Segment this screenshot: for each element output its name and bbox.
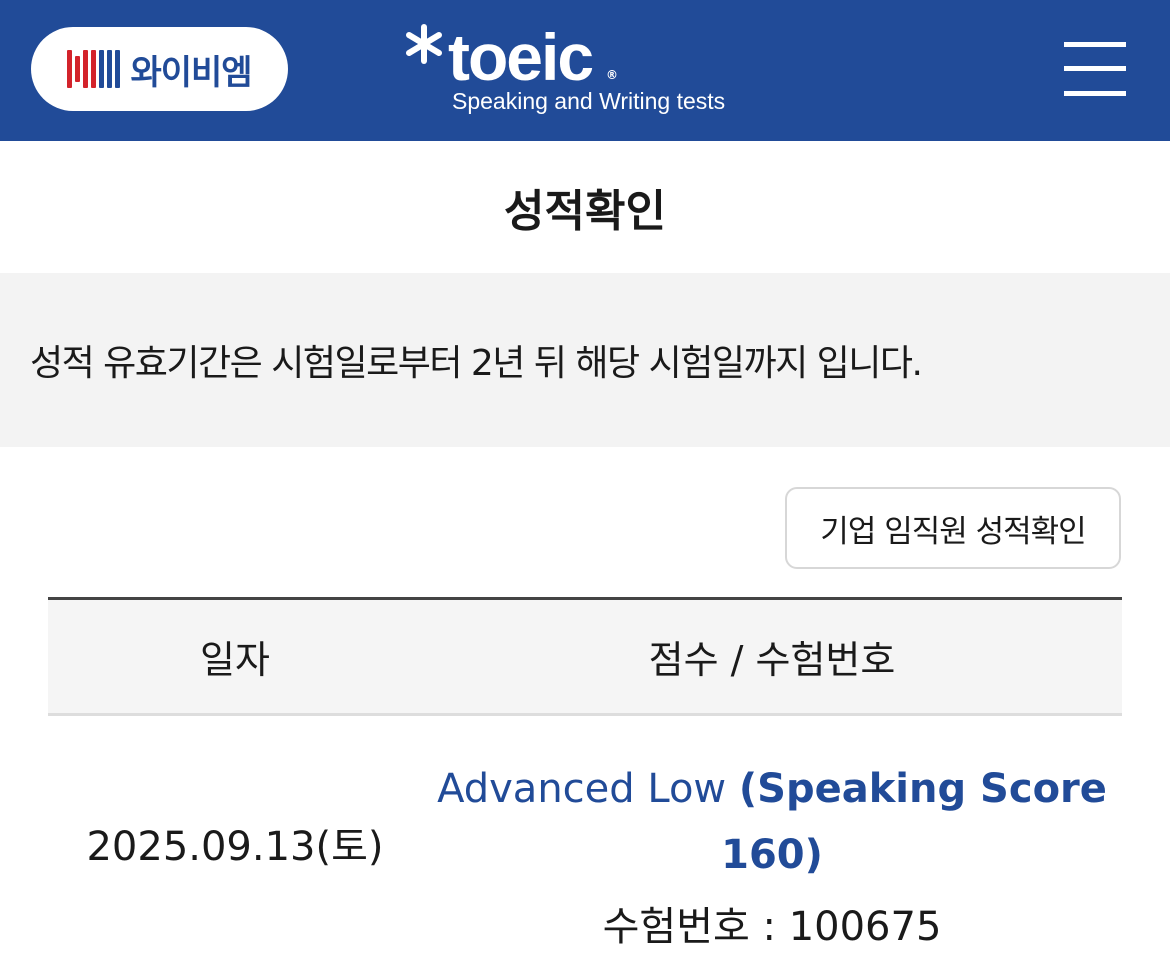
exam-number: 수험번호 : 100675 [602,904,942,950]
ybm-brand-name: 와이비엠 [130,52,252,93]
column-header-date: 일자 [200,638,270,682]
exam-date: 2025.09.13(토) [86,824,384,870]
page-title: 성적확인 [504,186,666,237]
table-row: 2025.09.13(토) Advanced Low (Speaking Sco… [48,716,1122,976]
registered-mark: ® [606,68,618,82]
site-header: 와이비엠 toeic ® Speaking and Writing tests [0,0,1170,141]
speaking-score-detail: (Speaking Score [738,766,1107,812]
corporate-score-check-button[interactable]: 기업 임직원 성적확인 [785,487,1121,569]
score-table: 일자 점수 / 수험번호 2025.09.13(토) Advanced Low … [48,597,1122,976]
speaking-level: Advanced Low [437,766,727,812]
speaking-score-value: 160) [721,832,823,878]
toeic-star-icon [406,24,442,64]
toeic-subtitle: Speaking and Writing tests [452,88,726,114]
validity-notice: 성적 유효기간은 시험일로부터 2년 뒤 해당 시험일까지 입니다. [0,273,1170,447]
toeic-logo-link[interactable]: toeic ® Speaking and Writing tests [404,20,784,124]
toeic-wordmark: toeic [448,20,594,94]
menu-button[interactable] [1062,40,1128,98]
table-header: 일자 점수 / 수험번호 [48,597,1122,716]
score-level-link[interactable]: Advanced Low (Speaking Score 160) [422,756,1122,888]
column-header-score: 점수 / 수험번호 [648,638,896,682]
ybm-logo-link[interactable]: 와이비엠 [31,27,288,111]
ybm-logo-icon [67,49,121,89]
